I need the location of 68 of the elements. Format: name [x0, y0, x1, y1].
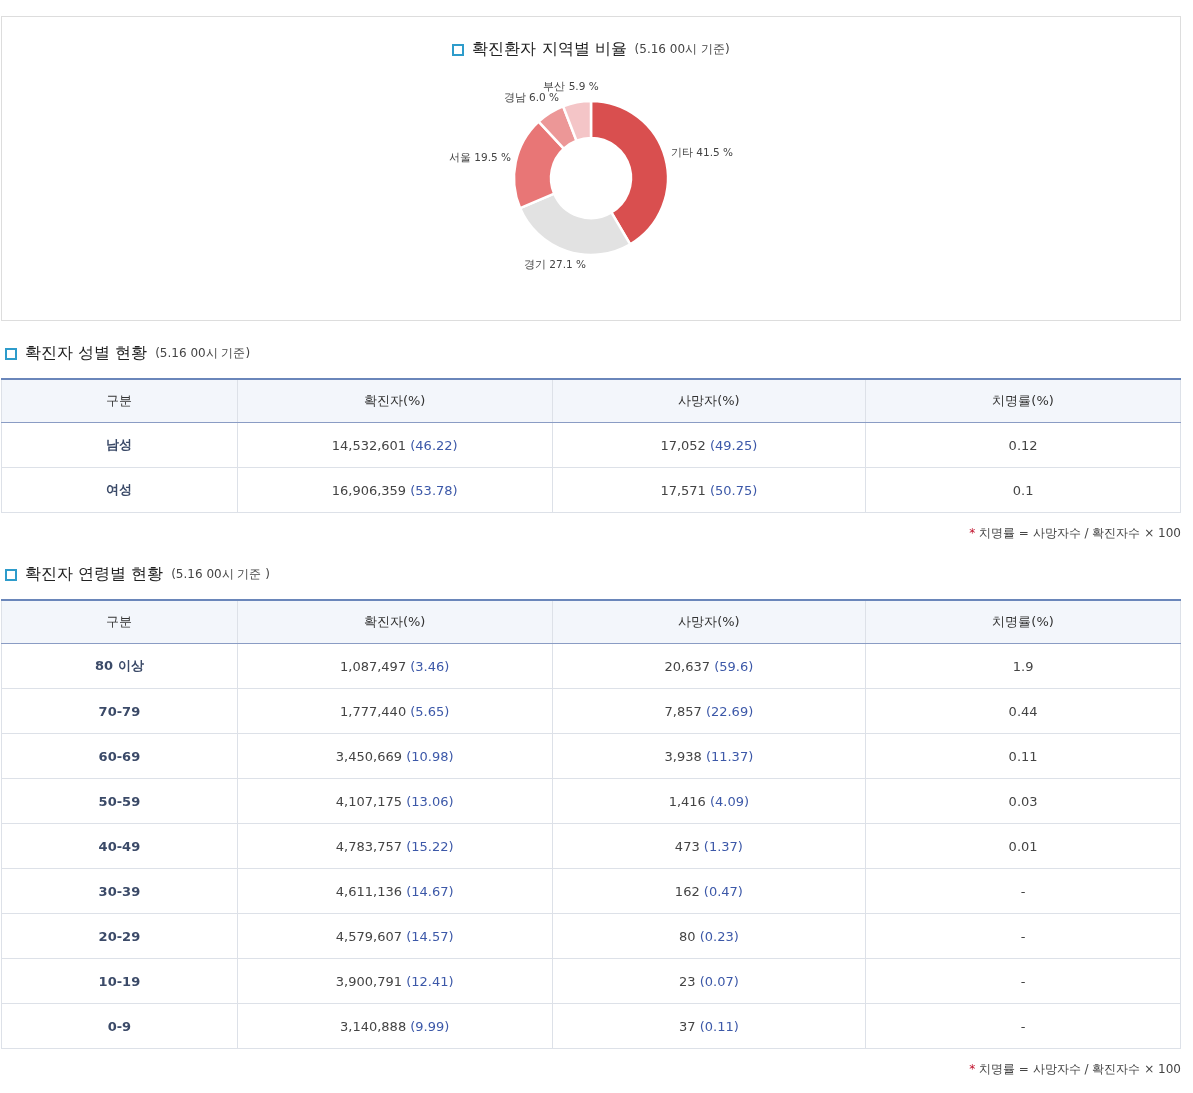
square-bullet-icon	[5, 347, 17, 360]
row-header-cell: 60-69	[1, 733, 238, 779]
slice-label: 경남 6.0 %	[503, 91, 559, 103]
table-cell: 17,052 (49.25)	[552, 422, 866, 468]
table-cell: 0.11	[865, 733, 1181, 779]
column-header: 사망자(%)	[552, 600, 866, 644]
slice-label: 기타 41.5 %	[671, 146, 734, 158]
table-cell: 1,416 (4.09)	[552, 778, 866, 824]
table-cell: 23 (0.07)	[552, 958, 866, 1004]
reference-date: (5.16 00시 기준 )	[171, 566, 270, 583]
square-bullet-icon	[5, 568, 17, 581]
table-cell: 7,857 (22.69)	[552, 688, 866, 734]
reference-date: (5.16 00시 기준)	[634, 41, 730, 58]
table-cell: -	[865, 868, 1181, 914]
section-title: 확진자 연령별 현황	[25, 564, 164, 585]
row-header-cell: 20-29	[1, 913, 238, 959]
table-cell: 16,906,359 (53.78)	[237, 467, 553, 513]
table-cell: -	[865, 1003, 1181, 1049]
table-cell: 3,140,888 (9.99)	[237, 1003, 553, 1049]
table-cell: 0.44	[865, 688, 1181, 734]
slice-label: 부산 5.9 %	[543, 80, 599, 92]
row-header-cell: 10-19	[1, 958, 238, 1004]
table-cell: 4,783,757 (15.22)	[237, 823, 553, 869]
column-header: 구분	[1, 379, 238, 423]
square-bullet-icon	[452, 43, 465, 56]
table-cell: 1.9	[865, 643, 1181, 689]
row-header-cell: 80 이상	[1, 643, 238, 689]
row-header-cell: 70-79	[1, 688, 238, 734]
table-cell: 1,087,497 (3.46)	[237, 643, 553, 689]
table-cell: 3,450,669 (10.98)	[237, 733, 553, 779]
row-header-cell: 30-39	[1, 868, 238, 914]
table-cell: 0.01	[865, 823, 1181, 869]
section-title: 확진자 성별 현황	[25, 343, 148, 364]
column-header: 치명률(%)	[865, 379, 1181, 423]
table-cell: 1,777,440 (5.65)	[237, 688, 553, 734]
column-header: 확진자(%)	[237, 379, 553, 423]
column-header: 구분	[1, 600, 238, 644]
table-cell: -	[865, 958, 1181, 1004]
table-cell: 0.12	[865, 422, 1181, 468]
row-header-cell: 0-9	[1, 1003, 238, 1049]
column-header: 사망자(%)	[552, 379, 866, 423]
table-cell: 162 (0.47)	[552, 868, 866, 914]
table-cell: 14,532,601 (46.22)	[237, 422, 553, 468]
column-header: 확진자(%)	[237, 600, 553, 644]
table-cell: 80 (0.23)	[552, 913, 866, 959]
table-cell: 4,579,607 (14.57)	[237, 913, 553, 959]
table-cell: 17,571 (50.75)	[552, 467, 866, 513]
slice-label: 서울 19.5 %	[448, 151, 511, 163]
table-cell: 473 (1.37)	[552, 823, 866, 869]
section-title: 확진환자 지역별 비율	[472, 39, 627, 60]
footnote: * 치명률 = 사망자수 / 확진자수 × 100	[969, 526, 1181, 540]
row-header-cell: 여성	[1, 467, 238, 513]
row-header-cell: 남성	[1, 422, 238, 468]
table-cell: 0.03	[865, 778, 1181, 824]
slice-label: 경기 27.1 %	[524, 258, 586, 270]
table-cell: 4,107,175 (13.06)	[237, 778, 553, 824]
table-cell: 0.1	[865, 467, 1181, 513]
table-cell: 4,611,136 (14.67)	[237, 868, 553, 914]
table-cell: 3,938 (11.37)	[552, 733, 866, 779]
table-cell: 20,637 (59.6)	[552, 643, 866, 689]
column-header: 치명률(%)	[865, 600, 1181, 644]
table-cell: 3,900,791 (12.41)	[237, 958, 553, 1004]
footnote: * 치명률 = 사망자수 / 확진자수 × 100	[969, 1062, 1181, 1076]
row-header-cell: 50-59	[1, 778, 238, 824]
reference-date: (5.16 00시 기준)	[155, 345, 251, 362]
row-header-cell: 40-49	[1, 823, 238, 869]
table-cell: 37 (0.11)	[552, 1003, 866, 1049]
table-cell: -	[865, 913, 1181, 959]
